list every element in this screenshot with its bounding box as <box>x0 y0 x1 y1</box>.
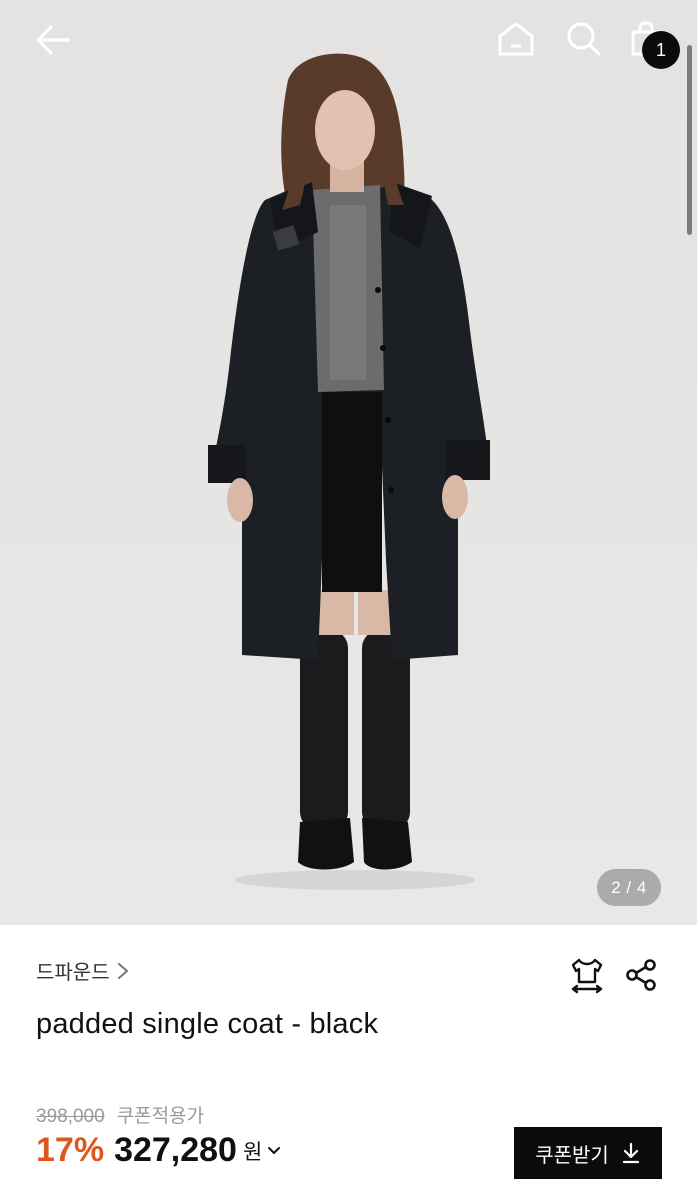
share-button[interactable] <box>620 954 662 996</box>
get-coupon-button[interactable]: 쿠폰받기 <box>514 1127 662 1179</box>
brand-name: 드파운드 <box>36 962 110 984</box>
share-icon <box>626 959 656 991</box>
home-button[interactable] <box>494 16 538 62</box>
product-photo <box>208 53 490 890</box>
get-coupon-label: 쿠폰받기 <box>535 1144 609 1167</box>
price-details-toggle[interactable]: 17% 327,280 원 <box>36 1131 282 1170</box>
brand-link[interactable]: 드파운드 <box>36 956 130 985</box>
size-guide-icon <box>571 958 603 994</box>
size-guide-button[interactable] <box>566 954 608 996</box>
discount-rate: 17% <box>36 1131 105 1169</box>
currency-unit: 원 <box>242 1140 263 1164</box>
chevron-right-icon <box>117 962 128 979</box>
arrow-left-icon <box>36 25 70 55</box>
top-navigation-bar: 1 <box>0 0 697 80</box>
home-icon <box>498 22 534 56</box>
original-price: 398,000 <box>36 1106 105 1127</box>
download-icon <box>622 1142 639 1164</box>
gallery-page-indicator: 2 / 4 <box>597 869 661 906</box>
back-button[interactable] <box>28 18 78 62</box>
search-icon <box>567 22 601 56</box>
original-price-row: 398,000 쿠폰적용가 <box>36 1101 204 1128</box>
sale-price: 327,280 <box>114 1131 237 1169</box>
coupon-price-label: 쿠폰적용가 <box>116 1106 205 1127</box>
cart-count-badge: 1 <box>642 31 680 69</box>
chevron-down-icon <box>268 1146 281 1154</box>
product-image-gallery[interactable]: 1 2 / 4 <box>0 0 697 925</box>
product-title: padded single coat - black <box>36 1008 379 1040</box>
search-button[interactable] <box>562 16 606 62</box>
